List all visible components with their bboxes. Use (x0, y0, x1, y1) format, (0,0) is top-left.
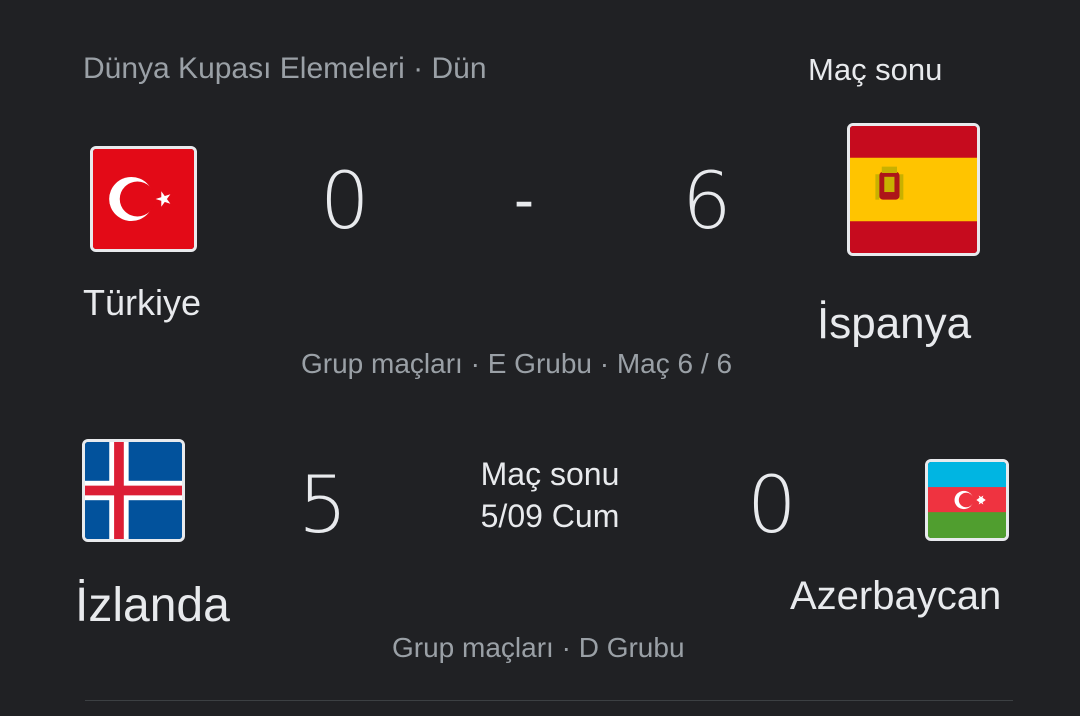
turkey-flag-icon (90, 146, 197, 252)
away-score: 0 (747, 461, 797, 551)
match-status: Maç sonu (480, 456, 620, 492)
group-info: Grup maçları · E Grubu · Maç 6 / 6 (301, 348, 733, 379)
score-separator: - (514, 166, 534, 233)
competition-line: Dünya Kupası Elemeleri · Dün (83, 52, 487, 85)
iceland-flag-icon (82, 439, 185, 542)
match-status-block: Maç sonu 5/09 Cum (440, 454, 660, 537)
match-date: 5/09 Cum (480, 497, 620, 534)
divider (85, 700, 1013, 701)
azerbaijan-flag-icon (925, 459, 1009, 541)
away-team-name[interactable]: İspanya (817, 299, 971, 349)
match-status: Maç sonu (808, 52, 943, 87)
home-team-name[interactable]: İzlanda (75, 578, 230, 633)
group-info: Grup maçları · D Grubu (392, 632, 685, 663)
home-score: 0 (320, 157, 370, 247)
home-score: 5 (298, 461, 348, 551)
spain-flag-icon (847, 123, 980, 256)
home-team-name[interactable]: Türkiye (83, 282, 201, 324)
away-team-name[interactable]: Azerbaycan (790, 574, 1001, 619)
away-score: 6 (682, 157, 732, 247)
